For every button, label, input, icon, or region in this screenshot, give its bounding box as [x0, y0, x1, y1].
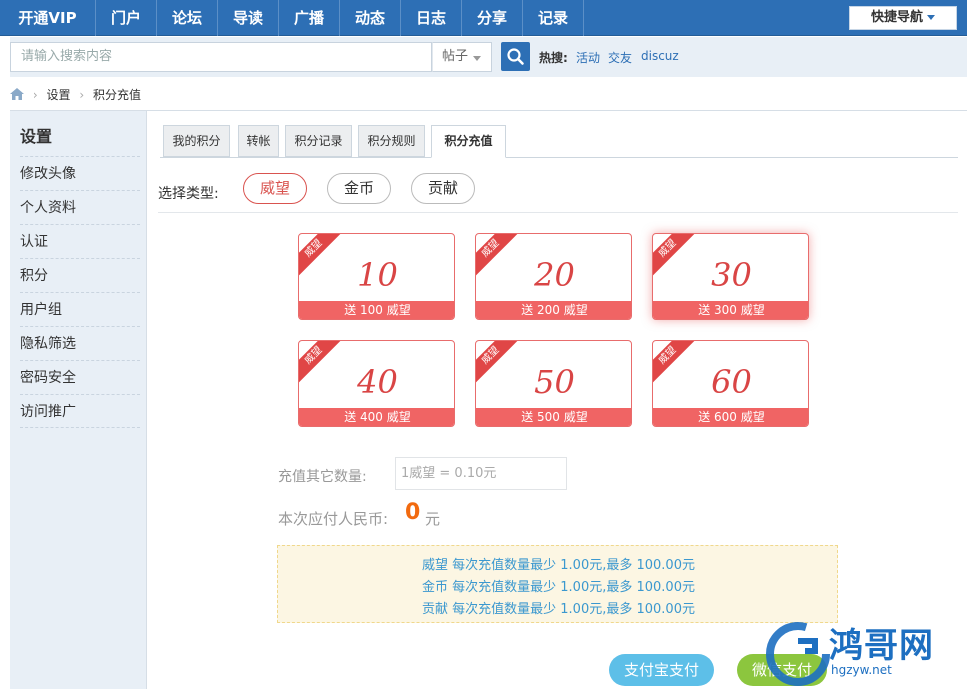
breadcrumb-separator: ›: [79, 88, 85, 102]
tab-credit-rules[interactable]: 积分规则: [358, 125, 425, 157]
type-option-prestige[interactable]: 威望: [243, 173, 307, 204]
chevron-down-icon: [473, 56, 481, 61]
type-option-gold[interactable]: 金币: [327, 173, 391, 204]
search-icon: [507, 48, 524, 65]
card-gift: 送 600 威望: [653, 408, 808, 426]
nav-item-share[interactable]: 分享: [462, 0, 523, 36]
tab-my-credits[interactable]: 我的积分: [163, 125, 230, 157]
search-bar: 请输入搜索内容 帖子 热搜: 活动 交友 discuz: [10, 37, 967, 77]
sidebar-item-avatar[interactable]: 修改头像: [20, 156, 140, 190]
nav-item-record[interactable]: 记录: [523, 0, 584, 36]
card-gift: 送 200 威望: [476, 301, 631, 319]
sidebar-item-privacy[interactable]: 隐私筛选: [20, 326, 140, 360]
sidebar-item-profile[interactable]: 个人资料: [20, 190, 140, 224]
sidebar-title: 设置: [20, 127, 53, 146]
nav-item-forum[interactable]: 论坛: [157, 0, 218, 36]
card-amount: 40: [357, 363, 398, 401]
notice-line: 贡献 每次充值数量最少 1.00元,最多 100.00元: [422, 602, 695, 617]
watermark-url: hgzyw.net: [831, 663, 892, 677]
card-gift: 送 400 威望: [299, 408, 454, 426]
breadcrumb-settings[interactable]: 设置: [46, 88, 70, 102]
breadcrumb-recharge: 积分充值: [92, 88, 141, 102]
recharge-card[interactable]: 威望 10 送 100 威望: [298, 233, 455, 320]
nav-item-feed[interactable]: 动态: [340, 0, 401, 36]
hot-link-activity[interactable]: 活动: [576, 49, 600, 66]
search-button[interactable]: [501, 42, 530, 71]
card-gift: 送 100 威望: [299, 301, 454, 319]
hot-link-discuz[interactable]: discuz: [641, 49, 679, 63]
breadcrumb: › 设置 › 积分充值: [10, 84, 141, 106]
sidebar-item-promotion[interactable]: 访问推广: [20, 394, 140, 428]
card-amount: 20: [534, 256, 575, 294]
card-amount: 10: [357, 256, 398, 294]
hot-link-friends[interactable]: 交友: [608, 49, 632, 66]
home-icon[interactable]: [10, 88, 24, 100]
type-option-contribution[interactable]: 贡献: [411, 173, 475, 204]
pay-amount-unit: 元: [425, 510, 441, 528]
other-amount-input[interactable]: 1威望 = 0.10元: [395, 457, 567, 490]
recharge-limits-notice: 威望 每次充值数量最少 1.00元,最多 100.00元 金币 每次充值数量最少…: [277, 545, 838, 623]
pay-amount-label: 本次应付人民币:: [278, 510, 389, 528]
tab-transfer[interactable]: 转帐: [238, 125, 279, 157]
nav-item-vip[interactable]: 开通VIP: [0, 0, 96, 36]
recharge-card[interactable]: 威望 20 送 200 威望: [475, 233, 632, 320]
watermark: 鸿哥网 hgzyw.net: [765, 618, 965, 689]
hot-search-label: 热搜:: [539, 51, 568, 65]
recharge-card[interactable]: 威望 50 送 500 威望: [475, 340, 632, 427]
card-gift: 送 300 威望: [653, 301, 808, 319]
search-input[interactable]: 请输入搜索内容: [10, 42, 432, 72]
type-select-label: 选择类型:: [158, 186, 219, 202]
sidebar: 设置 修改头像 个人资料 认证 积分 用户组 隐私筛选 密码安全 访问推广: [10, 111, 147, 689]
tab-bar: 我的积分 转帐 积分记录 积分规则 积分充值: [160, 125, 958, 158]
watermark-title: 鸿哥网: [829, 626, 934, 666]
top-nav: 开通VIP 门户 论坛 导读 广播 动态 日志 分享 记录 快捷导航: [0, 0, 967, 36]
card-amount: 30: [711, 256, 752, 294]
sidebar-item-verify[interactable]: 认证: [20, 224, 140, 258]
recharge-card[interactable]: 威望 60 送 600 威望: [652, 340, 809, 427]
recharge-card[interactable]: 威望 40 送 400 威望: [298, 340, 455, 427]
tab-credit-log[interactable]: 积分记录: [285, 125, 352, 157]
recharge-card[interactable]: 威望 30 送 300 威望: [652, 233, 809, 320]
divider: [158, 212, 958, 213]
quick-nav-button[interactable]: 快捷导航: [849, 6, 957, 30]
nav-item-blog[interactable]: 日志: [401, 0, 462, 36]
nav-item-guide[interactable]: 导读: [218, 0, 279, 36]
nav-item-broadcast[interactable]: 广播: [279, 0, 340, 36]
other-amount-label: 充值其它数量:: [278, 469, 367, 485]
pay-amount-value: 0: [405, 500, 421, 525]
sidebar-item-credits[interactable]: 积分: [20, 258, 140, 292]
watermark-logo-icon: [766, 622, 830, 686]
notice-line: 威望 每次充值数量最少 1.00元,最多 100.00元: [422, 558, 695, 573]
breadcrumb-separator: ›: [32, 88, 38, 102]
search-type-select[interactable]: 帖子: [432, 42, 492, 72]
card-amount: 60: [711, 363, 752, 401]
alipay-button[interactable]: 支付宝支付: [609, 654, 714, 686]
divider: [10, 110, 967, 111]
tab-recharge[interactable]: 积分充值: [431, 125, 506, 158]
notice-line: 金币 每次充值数量最少 1.00元,最多 100.00元: [422, 580, 695, 595]
sidebar-item-password[interactable]: 密码安全: [20, 360, 140, 394]
quick-nav-label: 快捷导航: [870, 10, 923, 25]
card-amount: 50: [534, 363, 575, 401]
search-type-value: 帖子: [442, 49, 469, 64]
chevron-down-icon: [927, 15, 935, 20]
nav-item-portal[interactable]: 门户: [96, 0, 157, 36]
card-gift: 送 500 威望: [476, 408, 631, 426]
sidebar-item-usergroup[interactable]: 用户组: [20, 292, 140, 326]
